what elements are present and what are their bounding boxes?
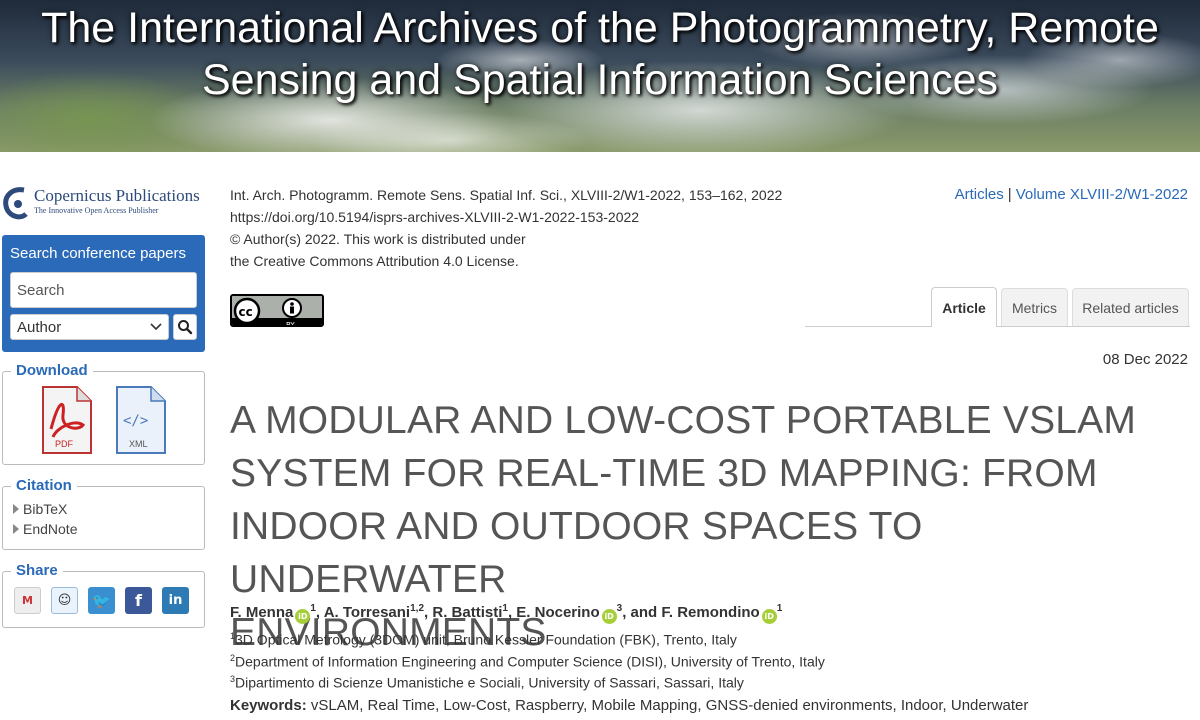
affiliation-text: Dipartimento di Scienze Umanistiche e So… [235, 674, 744, 691]
download-panel: Download PDF </> XML [2, 362, 205, 465]
copernicus-logo-icon [3, 187, 28, 220]
affiliation-item: 3Dipartimento di Scienze Umanistiche e S… [230, 670, 825, 692]
tab-article[interactable]: Article [931, 287, 997, 327]
article-title-line: INDOOR AND OUTDOOR SPACES TO UNDERWATER [230, 505, 923, 601]
affiliation-item: 2Department of Information Engineering a… [230, 649, 825, 671]
tab-metrics[interactable]: Metrics [1001, 288, 1068, 326]
affiliation-list: 13D Optical Metrology (3DOM) unit, Bruno… [230, 627, 825, 692]
orcid-icon[interactable]: iD [295, 609, 311, 624]
article-metadata: Int. Arch. Photogramm. Remote Sens. Spat… [230, 184, 790, 272]
mendeley-share-icon[interactable]: M [14, 587, 41, 614]
author-affiliation-ref: 1 [776, 603, 783, 614]
expand-arrow-icon [13, 504, 19, 514]
cc-label: cc [239, 305, 253, 319]
affiliation-item: 13D Optical Metrology (3DOM) unit, Bruno… [230, 627, 825, 649]
author-list: F. Menna iD1, A. Torresani1,2, R. Battist… [230, 603, 782, 624]
share-panel: Share M ☺ 🐦 f in [2, 562, 205, 628]
search-field-select[interactable]: Author [10, 314, 169, 340]
download-heading: Download [11, 362, 93, 379]
pdf-label: PDF [55, 439, 74, 449]
copernicus-logo[interactable]: Copernicus Publications The Innovative O… [2, 184, 202, 222]
author-affiliation-ref: 1,2 [410, 603, 425, 614]
journal-title: The International Archives of the Photog… [0, 2, 1200, 106]
search-icon [178, 320, 193, 335]
search-heading: Search conference papers [10, 245, 186, 262]
cc-by-license-badge[interactable]: cc BY [230, 294, 324, 327]
license-line: the Creative Commons Attribution 4.0 Lic… [230, 253, 519, 269]
citation-line: Int. Arch. Photogramm. Remote Sens. Spat… [230, 187, 783, 203]
citation-bibtex-link[interactable]: BibTeX [13, 501, 67, 517]
tab-bar-divider [805, 326, 1190, 327]
pdf-download-icon[interactable]: PDF [39, 385, 93, 455]
search-field-value: Author [17, 318, 62, 336]
journal-title-line-1: The International Archives of the Photog… [41, 4, 1159, 52]
author-name[interactable]: F. Menna [230, 604, 293, 621]
chevron-down-icon [150, 323, 162, 331]
facebook-share-icon[interactable]: f [125, 587, 152, 614]
copyright-line: © Author(s) 2022. This work is distribut… [230, 231, 526, 247]
tab-related-articles[interactable]: Related articles [1072, 288, 1189, 326]
breadcrumb-volume[interactable]: Volume XLVIII-2/W1-2022 [1016, 186, 1188, 203]
xml-download-icon[interactable]: </> XML [113, 385, 167, 455]
citation-endnote-label: EndNote [23, 521, 78, 537]
publication-date: 08 Dec 2022 [1102, 351, 1188, 368]
affiliation-text: Department of Information Engineering an… [235, 653, 825, 670]
twitter-share-icon[interactable]: 🐦 [88, 587, 115, 614]
search-button[interactable] [173, 314, 197, 340]
journal-title-line-2: Sensing and Spatial Information Sciences [202, 56, 998, 104]
affiliation-text: 3D Optical Metrology (3DOM) unit, Bruno … [235, 631, 737, 648]
linkedin-share-icon[interactable]: in [162, 587, 189, 614]
journal-banner[interactable]: The International Archives of the Photog… [0, 0, 1200, 152]
breadcrumb-articles[interactable]: Articles [955, 186, 1004, 203]
author-prefix: , [315, 604, 324, 621]
author-name[interactable]: A. Torresani [324, 604, 410, 621]
citation-bibtex-label: BibTeX [23, 501, 68, 517]
citation-endnote-link[interactable]: EndNote [13, 521, 77, 537]
search-input-placeholder: Search [17, 281, 65, 299]
author-name[interactable]: E. Nocerino [516, 604, 599, 621]
by-label: BY [286, 321, 295, 327]
orcid-icon[interactable]: iD [601, 609, 617, 624]
expand-arrow-icon [13, 524, 19, 534]
author-name[interactable]: R. Battisti [432, 604, 502, 621]
author-prefix: , and [622, 604, 662, 621]
article-title-line: SYSTEM FOR REAL-TIME 3D MAPPING: FROM [230, 452, 1098, 495]
article-title-line: A MODULAR AND LOW-COST PORTABLE VSLAM [230, 399, 1137, 442]
breadcrumb-separator: | [1007, 186, 1012, 203]
reddit-share-icon[interactable]: ☺ [51, 587, 78, 614]
search-panel: Search conference papers Search Author [2, 235, 205, 352]
cc-by-icon: cc BY [232, 296, 322, 327]
orcid-icon[interactable]: iD [761, 609, 777, 624]
keywords-list: vSLAM, Real Time, Low-Cost, Raspberry, M… [310, 697, 1029, 714]
share-heading: Share [11, 562, 63, 579]
search-input[interactable]: Search [10, 272, 197, 308]
citation-heading: Citation [11, 477, 77, 494]
keywords: Keywords: vSLAM, Real Time, Low-Cost, Ra… [230, 697, 1028, 714]
breadcrumb: Articles | Volume XLVIII-2/W1-2022 [955, 184, 1188, 206]
svg-text:</>: </> [123, 413, 148, 429]
publisher-tagline: The Innovative Open Access Publisher [34, 206, 159, 215]
xml-label: XML [129, 439, 148, 449]
author-name[interactable]: F. Remondino [661, 604, 759, 621]
publisher-name: Copernicus Publications [34, 186, 200, 205]
doi-link[interactable]: https://doi.org/10.5194/isprs-archives-X… [230, 206, 790, 228]
keywords-label: Keywords: [230, 697, 307, 714]
citation-panel: Citation BibTeX EndNote [2, 477, 205, 550]
